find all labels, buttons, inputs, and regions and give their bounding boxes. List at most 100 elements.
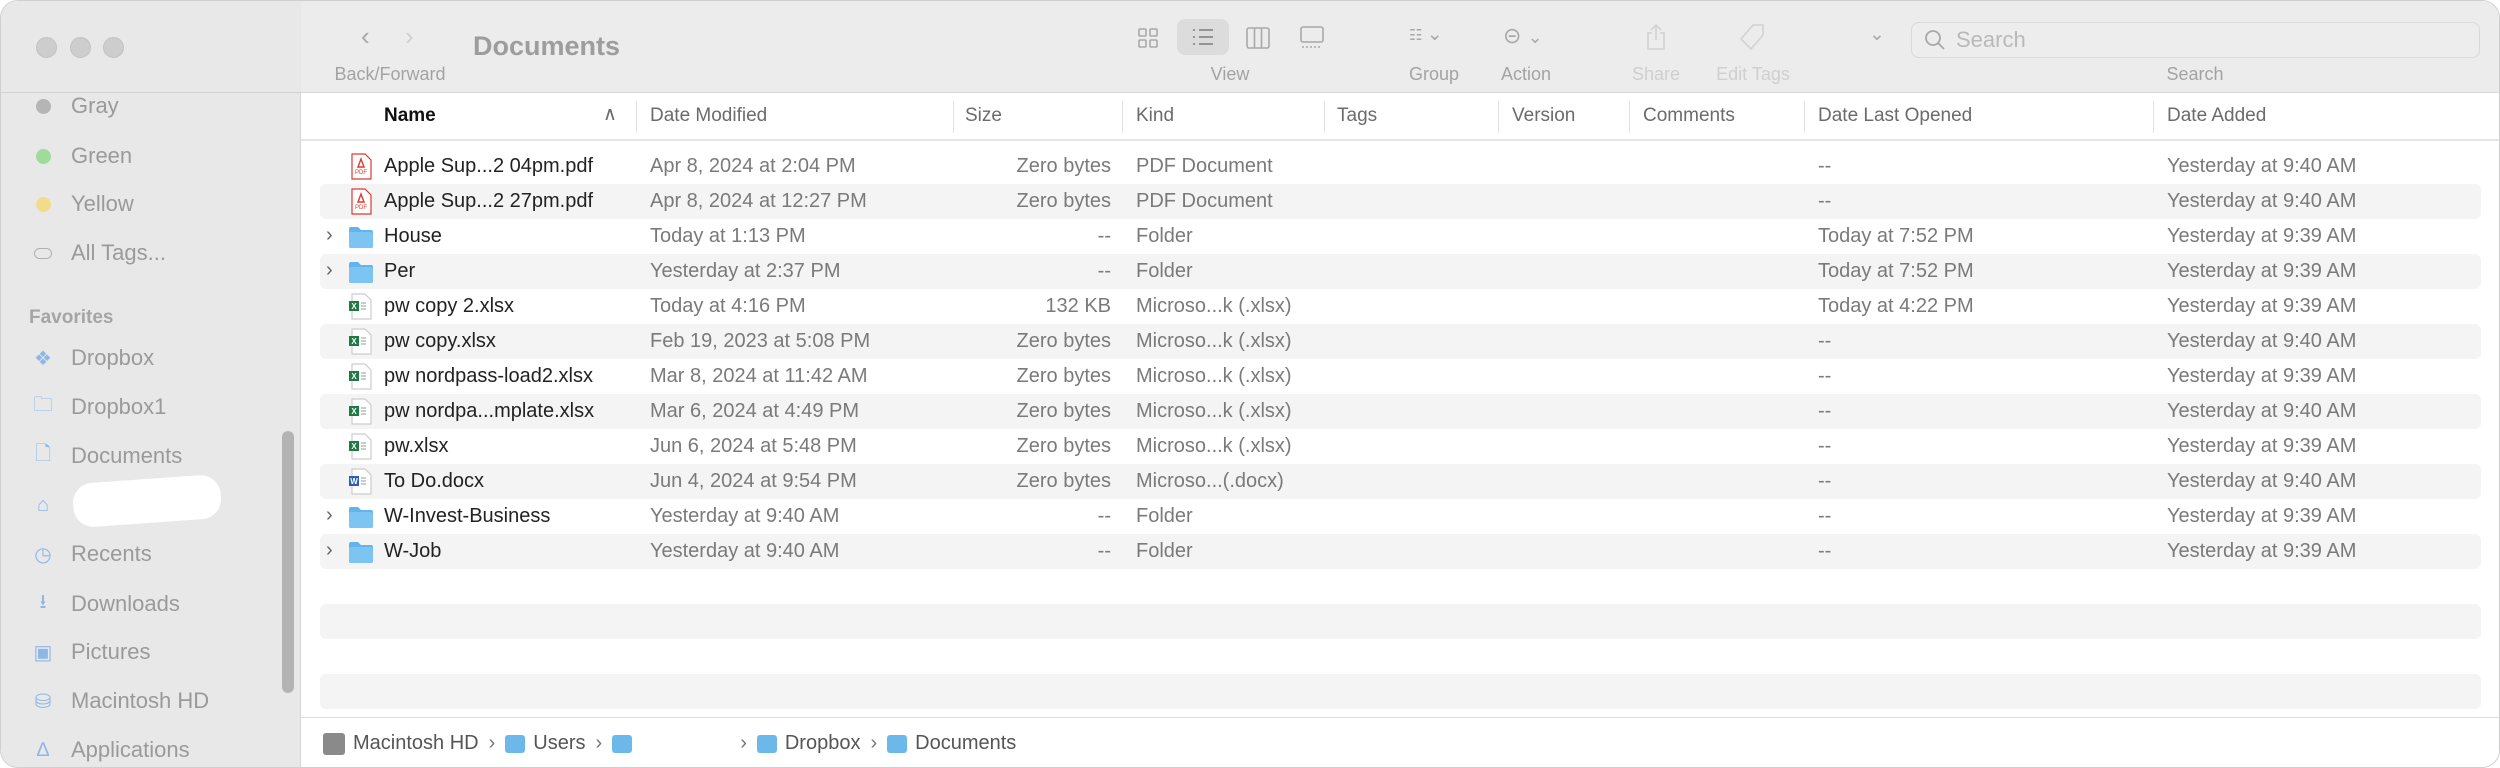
file-row[interactable]: Xpw nordpa...mplate.xlsx Mar 6, 2024 at 4… xyxy=(320,394,2481,429)
disk-icon: ⛁ xyxy=(34,690,52,713)
path-segment[interactable]: Documents xyxy=(887,732,1016,755)
svg-text:X: X xyxy=(351,302,357,311)
tag-icon[interactable] xyxy=(1739,23,1767,51)
path-segment[interactable] xyxy=(612,734,730,753)
date-added: Yesterday at 9:40 AM xyxy=(2167,330,2357,352)
file-row[interactable]: › W-Invest-Business Yesterday at 9:40 AM --… xyxy=(320,499,2481,534)
action-label: Action xyxy=(1500,64,1552,84)
column-divider[interactable] xyxy=(1122,101,1123,133)
list-view-button[interactable] xyxy=(1177,19,1229,55)
sidebar-item-macintosh-hd[interactable]: ⛁ Macintosh HD xyxy=(29,683,210,719)
column-header-size[interactable]: Size xyxy=(965,105,1002,127)
sidebar-item-dropbox[interactable]: ❖ Dropbox xyxy=(29,340,154,376)
file-row[interactable]: Xpw.xlsx Jun 6, 2024 at 5:48 PM Zero bytes… xyxy=(320,429,2481,464)
group-button[interactable]: ☷ ⌄ xyxy=(1409,23,1443,46)
pdf-file-icon: PDF xyxy=(348,188,374,215)
column-header-tags[interactable]: Tags xyxy=(1337,105,1377,127)
disclosure-chevron-icon[interactable]: › xyxy=(326,259,333,282)
file-kind: Folder xyxy=(1136,505,1193,527)
icon-view-button[interactable] xyxy=(1137,27,1159,49)
file-size: Zero bytes xyxy=(1016,470,1111,492)
sidebar-tag-yellow[interactable]: Yellow xyxy=(29,186,134,222)
sidebar-item-label: All Tags... xyxy=(71,240,166,265)
file-row[interactable]: Xpw copy.xlsx Feb 19, 2023 at 5:08 PM Zero… xyxy=(320,324,2481,359)
toolbar-overflow-chevron-icon[interactable]: ⌄ xyxy=(1869,23,1885,46)
path-segment[interactable]: Dropbox xyxy=(756,732,860,755)
minimize-button[interactable] xyxy=(70,37,91,58)
sidebar-item-label: Yellow xyxy=(71,191,134,216)
sidebar-item-home[interactable]: ⌂ xyxy=(29,487,71,523)
sidebar-item-downloads[interactable]: ⭳ Downloads xyxy=(29,586,180,622)
sidebar-item-applications[interactable]: ∆ Applications xyxy=(29,732,190,767)
svg-text:X: X xyxy=(351,442,357,451)
column-header-date-modified[interactable]: Date Modified xyxy=(650,105,767,127)
sidebar-scrollbar[interactable] xyxy=(282,431,294,693)
date-modified: Apr 8, 2024 at 2:04 PM xyxy=(650,155,856,177)
list-icon xyxy=(1193,29,1213,45)
gallery-view-button[interactable] xyxy=(1299,26,1325,50)
file-size: Zero bytes xyxy=(1016,190,1111,212)
file-name: Per xyxy=(384,260,416,282)
file-name: pw nordpass-load2.xlsx xyxy=(384,365,593,387)
column-divider[interactable] xyxy=(1804,101,1805,133)
date-last-opened: Today at 7:52 PM xyxy=(1818,260,1974,282)
file-row[interactable]: Xpw copy 2.xlsx Today at 4:16 PM 132 KB Mic… xyxy=(320,289,2481,324)
sidebar-item-documents[interactable]: 🗋 Documents xyxy=(29,438,182,474)
date-modified: Mar 8, 2024 at 11:42 AM xyxy=(650,365,868,387)
action-button[interactable]: ⊝ ⌄ xyxy=(1503,23,1543,49)
column-divider[interactable] xyxy=(1324,101,1325,133)
column-divider[interactable] xyxy=(1629,101,1630,133)
back-button[interactable]: ‹ xyxy=(361,21,370,52)
path-segment[interactable]: Users xyxy=(505,732,586,755)
date-last-opened: -- xyxy=(1818,155,1832,177)
share-icon[interactable] xyxy=(1645,23,1667,51)
file-row[interactable]: PDF Apple Sup...2 27pm.pdf Apr 8, 2024 at … xyxy=(320,184,2481,219)
document-icon: 🗋 xyxy=(34,443,52,465)
file-row[interactable]: Xpw nordpass-load2.xlsx Mar 8, 2024 at 11… xyxy=(320,359,2481,394)
sidebar-item-pictures[interactable]: ▣ Pictures xyxy=(29,634,151,670)
view-label: View xyxy=(1210,64,1250,84)
sidebar-tag-green[interactable]: Green xyxy=(29,138,132,174)
chevron-down-icon: ⌄ xyxy=(1426,24,1443,45)
empty-row xyxy=(320,569,2481,604)
column-view-button[interactable] xyxy=(1246,27,1270,49)
column-header-date-last-opened[interactable]: Date Last Opened xyxy=(1818,105,1972,127)
search-icon xyxy=(1925,30,1945,50)
column-divider[interactable] xyxy=(2153,101,2154,133)
file-row[interactable]: PDF Apple Sup...2 04pm.pdf Apr 8, 2024 at … xyxy=(320,149,2481,184)
file-kind: Microso...k (.xlsx) xyxy=(1136,330,1292,352)
share-label: Share xyxy=(1631,64,1681,84)
file-kind: Microso...k (.xlsx) xyxy=(1136,435,1292,457)
sort-ascending-icon[interactable]: ∧ xyxy=(603,103,617,126)
sidebar-tag-alltags[interactable]: All Tags... xyxy=(29,235,166,271)
file-row[interactable]: › W-Job Yesterday at 9:40 AM -- Folder -- Yest… xyxy=(320,534,2481,569)
date-modified: Today at 4:16 PM xyxy=(650,295,806,317)
search-field[interactable]: Search xyxy=(1911,22,2480,58)
column-divider[interactable] xyxy=(1498,101,1499,133)
disclosure-chevron-icon[interactable]: › xyxy=(326,539,333,562)
column-header-comments[interactable]: Comments xyxy=(1643,105,1735,127)
forward-button[interactable]: › xyxy=(405,21,414,52)
group-label: Group xyxy=(1408,64,1460,84)
path-separator-icon: › xyxy=(488,732,496,754)
column-header-kind[interactable]: Kind xyxy=(1136,105,1174,127)
date-modified: Today at 1:13 PM xyxy=(650,225,806,247)
path-segment[interactable]: Macintosh HD xyxy=(323,732,479,755)
close-button[interactable] xyxy=(36,37,57,58)
sidebar-tag-gray[interactable]: Gray xyxy=(29,88,119,124)
column-divider[interactable] xyxy=(636,101,637,133)
zoom-button[interactable] xyxy=(103,37,124,58)
column-header-version[interactable]: Version xyxy=(1512,105,1575,127)
column-divider[interactable] xyxy=(953,101,954,133)
file-row[interactable]: › House Today at 1:13 PM -- Folder Today at 7… xyxy=(320,219,2481,254)
file-size: -- xyxy=(1097,260,1111,282)
file-row[interactable]: W To Do.docx Jun 4, 2024 at 9:54 PM Zero by… xyxy=(320,464,2481,499)
column-header-name[interactable]: Name xyxy=(384,105,436,127)
home-icon: ⌂ xyxy=(36,493,50,516)
sidebar-item-dropbox1[interactable]: 🗀 Dropbox1 xyxy=(29,389,166,425)
disclosure-chevron-icon[interactable]: › xyxy=(326,504,333,527)
column-header-date-added[interactable]: Date Added xyxy=(2167,105,2266,127)
disclosure-chevron-icon[interactable]: › xyxy=(326,224,333,247)
sidebar-item-recents[interactable]: ◷ Recents xyxy=(29,536,151,572)
file-row[interactable]: › Per Yesterday at 2:37 PM -- Folder Today at… xyxy=(320,254,2481,289)
